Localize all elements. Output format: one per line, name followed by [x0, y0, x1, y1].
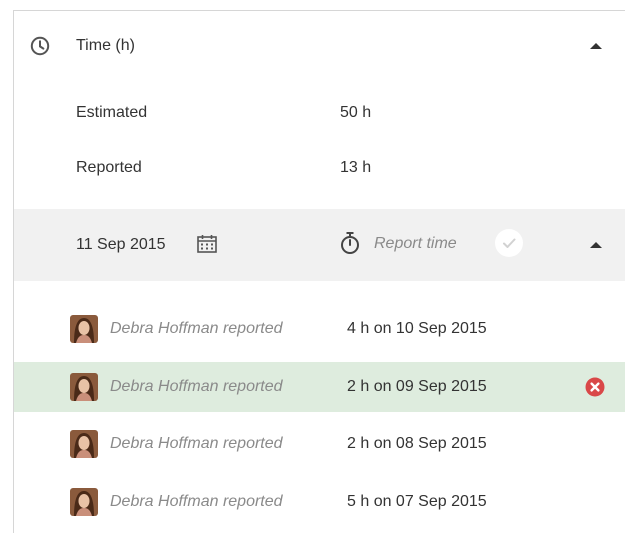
- entry-author: Debra Hoffman reported: [110, 493, 283, 510]
- reported-value: 13 h: [340, 159, 372, 176]
- entry-author: Debra Hoffman reported: [110, 378, 283, 395]
- entry-time: 4 h on 10 Sep 2015: [347, 320, 487, 337]
- avatar: [70, 315, 98, 343]
- entry-time: 5 h on 07 Sep 2015: [347, 493, 487, 510]
- triangle-up-icon: [590, 43, 602, 49]
- section-title: Time (h): [76, 37, 135, 54]
- avatar: [70, 373, 98, 401]
- entry-author: Debra Hoffman reported: [110, 435, 283, 452]
- stopwatch-icon: [339, 231, 361, 255]
- time-entry-row: Debra Hoffman reported 4 h on 10 Sep 201…: [14, 304, 625, 354]
- avatar: [70, 488, 98, 516]
- estimated-label: Estimated: [76, 104, 148, 121]
- report-date[interactable]: 11 Sep 2015: [76, 236, 166, 254]
- checkmark-icon: [503, 238, 516, 248]
- clock-icon: [30, 36, 50, 56]
- avatar: [70, 430, 98, 458]
- calendar-icon[interactable]: [196, 233, 218, 255]
- confirm-report-button[interactable]: [495, 229, 523, 257]
- time-panel: Time (h) Estimated 50 h Reported 13 h 11…: [13, 10, 625, 533]
- collapse-report-button[interactable]: [584, 235, 608, 255]
- time-entry-row-selected[interactable]: Debra Hoffman reported 2 h on 09 Sep 201…: [14, 362, 625, 412]
- time-entry-row: Debra Hoffman reported 2 h on 08 Sep 201…: [14, 419, 625, 469]
- entry-time: 2 h on 09 Sep 2015: [347, 378, 487, 395]
- report-time-bar: 11 Sep 2015: [14, 209, 625, 281]
- time-entry-row: Debra Hoffman reported 5 h on 07 Sep 201…: [14, 477, 625, 527]
- report-time-input[interactable]: [374, 233, 492, 255]
- reported-row: Reported 13 h: [14, 137, 625, 193]
- reported-label: Reported: [76, 159, 142, 176]
- estimated-value: 50 h: [340, 104, 372, 121]
- entry-time: 2 h on 08 Sep 2015: [347, 435, 487, 452]
- estimated-row: Estimated 50 h: [14, 81, 625, 137]
- triangle-up-icon: [590, 242, 602, 248]
- time-section-header: Time (h): [14, 11, 625, 81]
- delete-entry-button[interactable]: [585, 377, 605, 397]
- collapse-section-button[interactable]: [584, 36, 608, 56]
- entry-author: Debra Hoffman reported: [110, 320, 283, 337]
